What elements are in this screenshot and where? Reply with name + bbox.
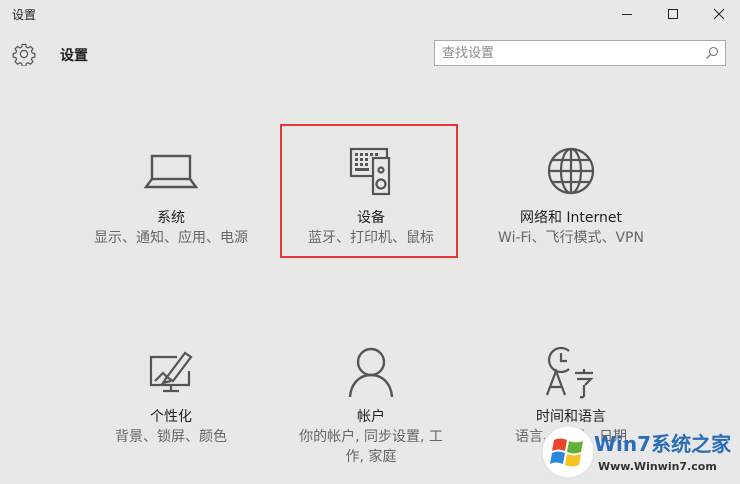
tile-desc-system: 显示、通知、应用、电源 xyxy=(94,230,248,246)
laptop-icon xyxy=(143,154,199,189)
tile-title-personalization: 个性化 xyxy=(150,409,192,425)
highlight-box xyxy=(280,124,458,258)
minimize-icon xyxy=(622,14,632,15)
page-title: 设置 xyxy=(60,48,88,64)
tile-network[interactable]: 网络和 Internet Wi-Fi、飞行模式、VPN xyxy=(483,146,659,276)
close-button[interactable] xyxy=(696,0,740,28)
time-language-icon xyxy=(545,346,594,399)
personalization-icon xyxy=(149,351,193,393)
maximize-icon xyxy=(668,9,678,19)
watermark: Win7系统之家 Www.Winwin7.com xyxy=(540,420,740,484)
tile-title-system: 系统 xyxy=(157,210,185,226)
tile-desc-accounts: 你的帐户, 同步设置, 工作, 家庭 xyxy=(299,429,443,465)
window-title: 设置 xyxy=(12,8,37,22)
tile-system[interactable]: 系统 显示、通知、应用、电源 xyxy=(83,146,259,276)
watermark-brand: Win7系统之家 xyxy=(594,432,732,456)
title-bar: 设置 xyxy=(0,0,740,28)
tile-desc-network: Wi-Fi、飞行模式、VPN xyxy=(498,230,644,246)
windows-logo-icon xyxy=(541,425,595,479)
gear-icon xyxy=(12,43,36,66)
globe-icon xyxy=(547,147,595,195)
tile-title-accounts: 帐户 xyxy=(357,409,385,425)
account-icon xyxy=(348,347,394,398)
tile-desc-personalization: 背景、锁屏、颜色 xyxy=(115,429,227,445)
minimize-button[interactable] xyxy=(604,0,650,28)
search-box[interactable] xyxy=(434,40,726,66)
close-icon xyxy=(713,8,725,20)
tile-title-network: 网络和 Internet xyxy=(519,210,623,226)
tile-accounts[interactable]: 帐户 你的帐户, 同步设置, 工作, 家庭 xyxy=(283,345,459,475)
maximize-button[interactable] xyxy=(650,0,696,28)
tile-personalization[interactable]: 个性化 背景、锁屏、颜色 xyxy=(83,345,259,475)
watermark-url: Www.Winwin7.com xyxy=(598,460,717,473)
search-input[interactable] xyxy=(442,43,692,63)
search-icon[interactable] xyxy=(705,46,719,60)
